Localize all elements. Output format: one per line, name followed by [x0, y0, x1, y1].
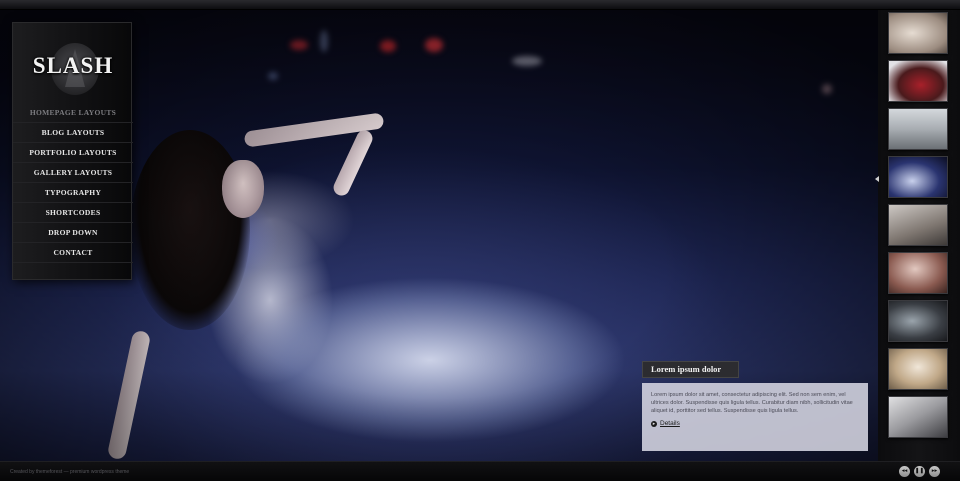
footer-bar: Created by themeforest — premium wordpre… [0, 461, 960, 481]
thumbnail-9[interactable] [888, 396, 948, 438]
nav-item-blog-layouts[interactable]: BLOG LAYOUTS [13, 123, 133, 143]
thumbnail-6[interactable] [888, 252, 948, 294]
top-bar [0, 0, 960, 10]
next-slide-button[interactable]: ▸▸ [929, 466, 940, 477]
caption-title: Lorem ipsum dolor [642, 361, 739, 378]
previous-slide-button[interactable]: ◂◂ [899, 466, 910, 477]
main-navigation: HOMEPAGE LAYOUTS BLOG LAYOUTS PORTFOLIO … [13, 103, 133, 263]
main-menu-panel: SLASH HOMEPAGE LAYOUTS BLOG LAYOUTS PORT… [12, 22, 133, 280]
logo-text: SLASH [32, 53, 114, 78]
pause-button[interactable]: ❚❚ [914, 466, 925, 477]
thumbnail-5[interactable] [888, 204, 948, 246]
thumbnail-4[interactable] [888, 156, 948, 198]
active-thumbnail-arrow-icon [875, 176, 879, 182]
nav-item-shortcodes[interactable]: SHORTCODES [13, 203, 133, 223]
nav-item-homepage-layouts[interactable]: HOMEPAGE LAYOUTS [13, 103, 133, 123]
thumbnail-3[interactable] [888, 108, 948, 150]
caption-text: Lorem ipsum dolor sit amet, consectetur … [651, 392, 853, 414]
details-arrow-icon: ▸ [651, 420, 657, 427]
nav-item-contact[interactable]: CONTACT [13, 243, 133, 263]
caption-box: Lorem ipsum dolor sit amet, consectetur … [642, 383, 868, 451]
thumbnail-8[interactable] [888, 348, 948, 390]
footer-credits: Created by themeforest — premium wordpre… [10, 469, 130, 475]
details-label: Details [660, 420, 680, 427]
nav-item-gallery-layouts[interactable]: GALLERY LAYOUTS [13, 163, 133, 183]
thumbnail-2[interactable] [888, 60, 948, 102]
nav-item-typography[interactable]: TYPOGRAPHY [13, 183, 133, 203]
thumbnail-7[interactable] [888, 300, 948, 342]
nav-item-portfolio-layouts[interactable]: PORTFOLIO LAYOUTS [13, 143, 133, 163]
site-logo[interactable]: SLASH [13, 43, 133, 99]
nav-item-drop-down[interactable]: DROP DOWN [13, 223, 133, 243]
thumbnail-1[interactable] [888, 12, 948, 54]
details-link[interactable]: ▸ Details [651, 420, 860, 427]
